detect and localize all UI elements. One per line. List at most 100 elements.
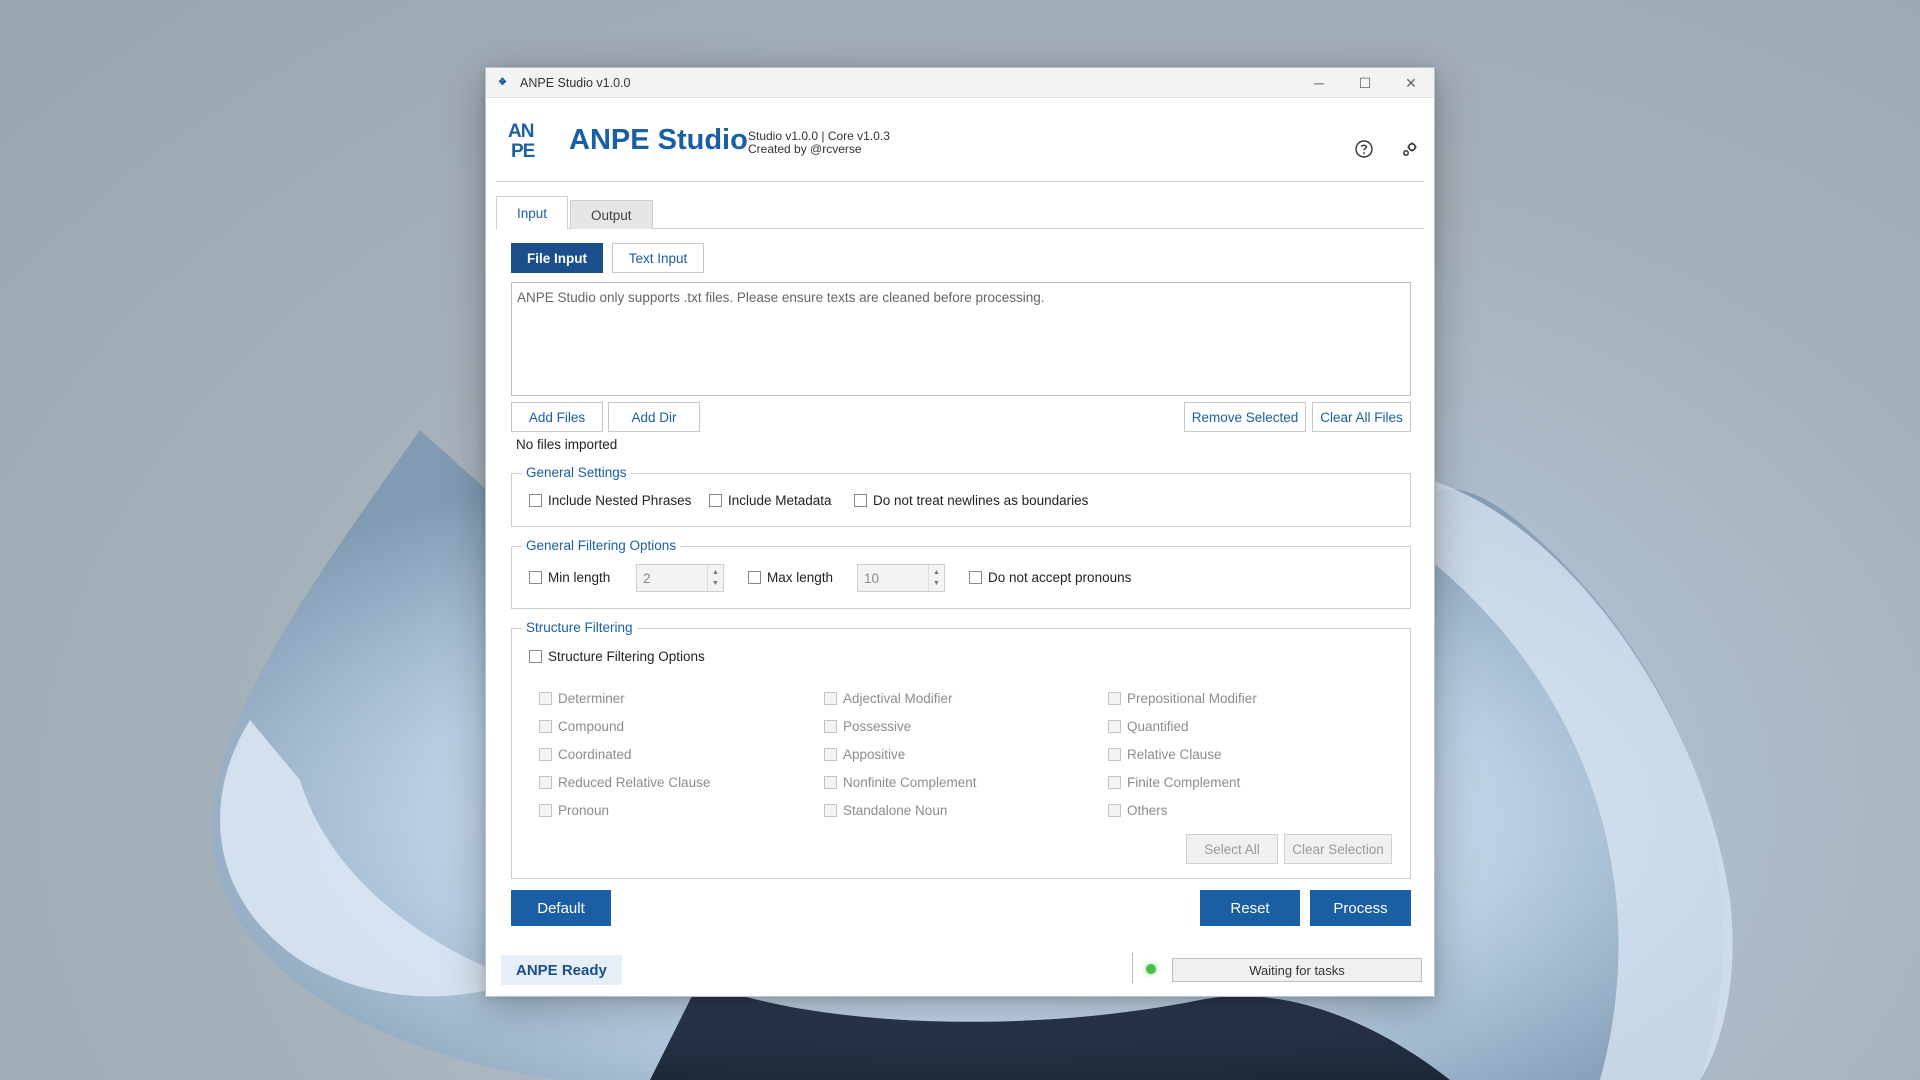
coordinated-checkbox[interactable]: Coordinated [539, 747, 632, 762]
file-drop-area[interactable]: ANPE Studio only supports .txt files. Pl… [511, 282, 1411, 396]
include-metadata-checkbox[interactable]: Include Metadata [709, 493, 832, 508]
tab-bar: Input Output [496, 193, 1424, 230]
remove-selected-button[interactable]: Remove Selected [1184, 402, 1306, 432]
tab-input[interactable]: Input [496, 196, 569, 230]
files-status: No files imported [516, 437, 618, 452]
file-input-button[interactable]: File Input [511, 243, 603, 273]
nonfinite-complement-checkbox[interactable]: Nonfinite Complement [824, 775, 977, 790]
min-length-spinbox[interactable]: 2 ▲ ▼ [636, 564, 724, 592]
task-status-text: Waiting for tasks [1249, 962, 1345, 978]
maximize-icon[interactable]: ☐ [1342, 68, 1388, 98]
clear-selection-button[interactable]: Clear Selection [1284, 834, 1392, 864]
checkbox-box [969, 571, 982, 584]
credit-line: Created by @rcverse [748, 142, 862, 156]
min-length-checkbox[interactable]: Min length [529, 570, 610, 585]
svg-text:PE: PE [511, 141, 535, 160]
anpe-logo-icon: AN PE [508, 121, 536, 162]
checkbox-label: Quantified [1127, 719, 1189, 734]
possessive-checkbox[interactable]: Possessive [824, 719, 911, 734]
checkbox-label: Include Metadata [728, 493, 832, 508]
process-button[interactable]: Process [1310, 890, 1411, 926]
checkbox-box [824, 748, 837, 761]
checkbox-label: Adjectival Modifier [843, 691, 953, 706]
determiner-checkbox[interactable]: Determiner [539, 691, 625, 706]
max-length-value: 10 [864, 570, 880, 586]
task-progress-bar: Waiting for tasks [1172, 958, 1422, 982]
checkbox-label: Structure Filtering Options [548, 649, 705, 664]
help-icon [1355, 140, 1373, 158]
checkbox-label: Pronoun [558, 803, 610, 818]
title-bar: ❖ ANPE Studio v1.0.0 ─ ☐ ✕ [486, 68, 1434, 98]
text-input-button[interactable]: Text Input [612, 243, 704, 273]
reset-button[interactable]: Reset [1200, 890, 1300, 926]
default-button[interactable]: Default [511, 890, 611, 926]
checkbox-label: Min length [548, 570, 611, 585]
checkbox-box [539, 748, 552, 761]
max-length-spinbox[interactable]: 10 ▲ ▼ [857, 564, 945, 592]
select-all-button[interactable]: Select All [1186, 834, 1278, 864]
status-badge: ANPE Ready [501, 955, 622, 985]
checkbox-box [529, 650, 542, 663]
max-length-checkbox[interactable]: Max length [748, 570, 833, 585]
relative-clause-checkbox[interactable]: Relative Clause [1108, 747, 1222, 762]
filtering-options-group: General Filtering Options Min length 2 ▲… [511, 538, 1411, 609]
spin-arrows[interactable]: ▲ ▼ [928, 565, 944, 591]
file-drop-hint: ANPE Studio only supports .txt files. Pl… [517, 290, 1045, 305]
checkbox-box [824, 720, 837, 733]
checkbox-box [824, 692, 837, 705]
standalone-noun-checkbox[interactable]: Standalone Noun [824, 803, 947, 818]
status-divider [1132, 953, 1133, 983]
settings-icon [1403, 142, 1417, 156]
app-header: AN PE ANPE Studio Studio v1.0.0 | Core v… [486, 98, 1434, 190]
newlines-boundaries-checkbox[interactable]: Do not treat newlines as boundaries [854, 493, 1088, 508]
reduced-relative-clause-checkbox[interactable]: Reduced Relative Clause [539, 775, 710, 790]
clear-all-files-button[interactable]: Clear All Files [1312, 402, 1411, 432]
checkbox-label: Max length [767, 570, 834, 585]
checkbox-label: Standalone Noun [843, 803, 948, 818]
checkbox-label: Appositive [843, 747, 906, 762]
help-button[interactable] [1353, 138, 1375, 160]
adjectival-modifier-checkbox[interactable]: Adjectival Modifier [824, 691, 953, 706]
checkbox-label: Do not treat newlines as boundaries [873, 493, 1089, 508]
prepositional-modifier-checkbox[interactable]: Prepositional Modifier [1108, 691, 1257, 706]
compound-checkbox[interactable]: Compound [539, 719, 624, 734]
checkbox-label: Compound [558, 719, 625, 734]
structure-filtering-group: Structure Filtering Structure Filtering … [511, 620, 1411, 879]
checkbox-box [529, 494, 542, 507]
filtering-options-title: General Filtering Options [522, 538, 681, 553]
checkbox-box [1108, 804, 1121, 817]
minimize-icon[interactable]: ─ [1296, 68, 1342, 98]
add-files-button[interactable]: Add Files [511, 402, 603, 432]
close-icon[interactable]: ✕ [1388, 68, 1434, 98]
structure-filtering-title: Structure Filtering [522, 620, 637, 635]
checkbox-label: Coordinated [558, 747, 632, 762]
app-window: ❖ ANPE Studio v1.0.0 ─ ☐ ✕ AN PE ANPE St… [485, 67, 1435, 997]
checkbox-box [748, 571, 761, 584]
appositive-checkbox[interactable]: Appositive [824, 747, 905, 762]
pronoun-checkbox[interactable]: Pronoun [539, 803, 609, 818]
status-led-icon [1146, 964, 1156, 974]
add-dir-button[interactable]: Add Dir [608, 402, 700, 432]
settings-button[interactable] [1399, 138, 1421, 160]
checkbox-label: Relative Clause [1127, 747, 1222, 762]
include-nested-phrases-checkbox[interactable]: Include Nested Phrases [529, 493, 691, 508]
structure-filtering-checkbox[interactable]: Structure Filtering Options [529, 649, 705, 664]
checkbox-label: Determiner [558, 691, 625, 706]
others-checkbox[interactable]: Others [1108, 803, 1168, 818]
checkbox-box [1108, 748, 1121, 761]
checkbox-label: Others [1127, 803, 1168, 818]
spin-arrows[interactable]: ▲ ▼ [707, 565, 723, 591]
checkbox-label: Possessive [843, 719, 912, 734]
checkbox-box [854, 494, 867, 507]
checkbox-box [1108, 776, 1121, 789]
no-pronouns-checkbox[interactable]: Do not accept pronouns [969, 570, 1131, 585]
quantified-checkbox[interactable]: Quantified [1108, 719, 1189, 734]
checkbox-label: Nonfinite Complement [843, 775, 977, 790]
checkbox-box [824, 776, 837, 789]
checkbox-box [539, 720, 552, 733]
checkbox-label: Do not accept pronouns [988, 570, 1132, 585]
tab-output[interactable]: Output [570, 200, 653, 229]
header-divider [496, 181, 1424, 182]
app-icon: ❖ [498, 76, 507, 88]
finite-complement-checkbox[interactable]: Finite Complement [1108, 775, 1240, 790]
